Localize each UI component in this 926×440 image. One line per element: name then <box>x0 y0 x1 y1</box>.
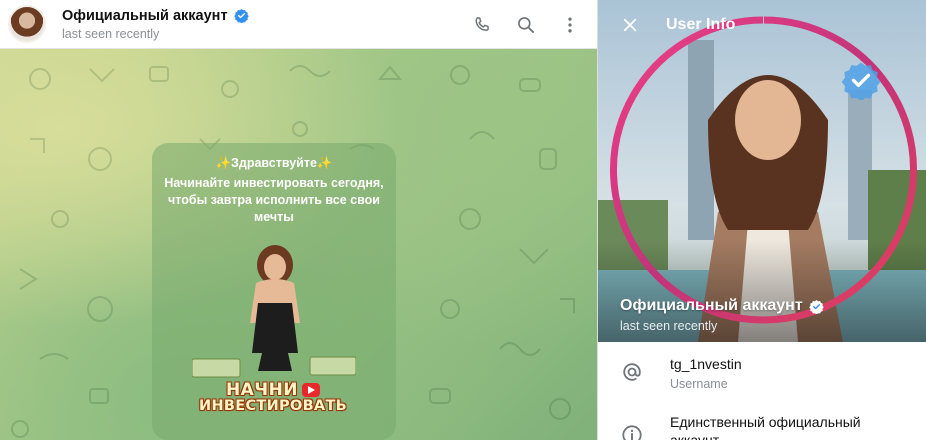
chat-titles[interactable]: Официальный аккаунт last seen recently <box>62 8 249 41</box>
promo-line1: НАЧНИ <box>188 380 358 400</box>
welcome-greeting: ✨Здравствуйте✨ <box>215 156 333 170</box>
profile-photo[interactable]: User Info Официальный аккаунт last seen … <box>598 0 926 342</box>
user-info-details: tg_1nvestin Username Единственный официа… <box>598 342 926 440</box>
search-button[interactable] <box>513 12 539 38</box>
chat-title: Официальный аккаунт <box>62 8 249 24</box>
user-info-title: User Info <box>666 16 736 33</box>
play-icon <box>302 383 321 397</box>
call-button[interactable] <box>469 12 495 38</box>
chat-status: last seen recently <box>62 26 160 41</box>
profile-name: Официальный аккаунт <box>620 297 824 315</box>
profile-photo-illustration <box>598 0 926 342</box>
verified-badge-icon <box>808 299 824 314</box>
username-texts: tg_1nvestin Username <box>670 342 742 391</box>
promo-image[interactable]: НАЧНИ ИНВЕСТИРОВАТЬ <box>182 243 366 440</box>
verified-badge-icon <box>233 8 249 23</box>
header-actions <box>469 0 583 49</box>
chat-background: ✨Здравствуйте✨ Начинайте инвестировать с… <box>0 49 597 440</box>
profile-status: last seen recently <box>620 319 718 333</box>
welcome-message: ✨Здравствуйте✨ Начинайте инвестировать с… <box>152 143 396 440</box>
more-button[interactable] <box>557 12 583 38</box>
welcome-text: Начинайте инвестировать сегодня, чтобы з… <box>164 176 384 224</box>
bio-value: Единственный официальный аккаунт <box>670 414 861 440</box>
search-icon <box>518 16 534 33</box>
chat-panel: Официальный аккаунт last seen recently ✨… <box>0 0 597 440</box>
promo-banner: НАЧНИ ИНВЕСТИРОВАТЬ <box>188 380 358 414</box>
avatar[interactable] <box>8 5 46 43</box>
close-button[interactable] <box>613 8 647 42</box>
user-info-panel: User Info Официальный аккаунт last seen … <box>597 0 926 440</box>
photo-verified-badge-icon <box>841 62 881 100</box>
phone-icon <box>475 16 489 31</box>
username-row[interactable]: tg_1nvestin Username <box>598 342 926 391</box>
bio-texts: Единственный официальный аккаунт <box>670 391 890 440</box>
chat-header: Официальный аккаунт last seen recently <box>0 0 597 49</box>
username-value: tg_1nvestin <box>670 356 742 372</box>
chat-title-text: Официальный аккаунт <box>62 7 228 24</box>
money-stack-illustration <box>192 356 356 378</box>
more-vertical-icon <box>568 17 572 32</box>
at-sign-icon <box>620 360 644 384</box>
info-icon <box>620 423 644 440</box>
user-info-header: User Info <box>598 0 926 50</box>
profile-name-text: Официальный аккаунт <box>620 297 803 314</box>
promo-line2: ИНВЕСТИРОВАТЬ <box>199 398 347 414</box>
promo-line1-text: НАЧНИ <box>225 380 299 400</box>
bio-row[interactable]: Единственный официальный аккаунт <box>598 391 926 440</box>
username-label: Username <box>670 377 728 391</box>
close-icon <box>623 18 637 32</box>
